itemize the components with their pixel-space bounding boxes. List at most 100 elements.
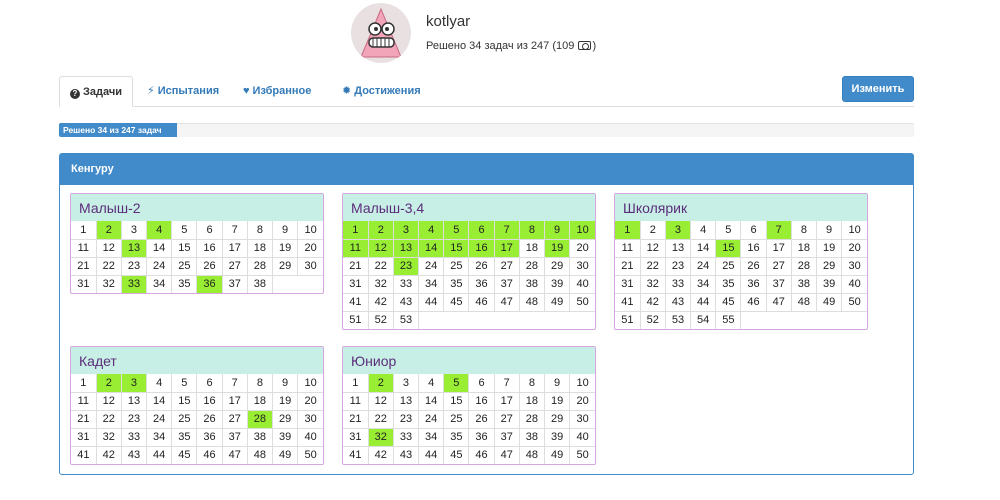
problem-cell[interactable]: 30 <box>569 409 595 428</box>
problem-cell[interactable]: 31 <box>615 274 641 293</box>
problem-cell[interactable]: 29 <box>272 409 299 428</box>
problem-cell[interactable]: 39 <box>816 274 843 293</box>
problem-cell[interactable]: 1 <box>71 221 97 239</box>
problem-cell[interactable]: 41 <box>343 292 369 311</box>
problem-cell[interactable]: 47 <box>766 292 792 311</box>
problem-cell[interactable]: 15 <box>715 238 742 257</box>
problem-cell[interactable]: 28 <box>247 409 274 428</box>
problem-cell[interactable]: 29 <box>544 256 571 275</box>
problem-cell[interactable]: 4 <box>690 221 717 239</box>
problem-cell[interactable]: 27 <box>222 409 248 428</box>
problem-cell[interactable]: 45 <box>443 445 470 464</box>
problem-cell[interactable]: 28 <box>791 256 818 275</box>
problem-cell[interactable]: 40 <box>841 274 867 293</box>
problem-cell[interactable]: 13 <box>393 238 420 257</box>
problem-cell[interactable]: 39 <box>544 427 571 446</box>
problem-cell[interactable]: 45 <box>443 292 470 311</box>
problem-cell[interactable]: 2 <box>640 221 666 239</box>
problem-cell[interactable]: 46 <box>468 292 495 311</box>
problem-cell[interactable]: 27 <box>494 409 520 428</box>
problem-cell[interactable]: 13 <box>121 391 148 410</box>
problem-cell[interactable]: 4 <box>146 374 173 392</box>
problem-cell[interactable]: 18 <box>791 238 818 257</box>
problem-cell[interactable]: 22 <box>640 256 666 275</box>
problem-cell[interactable]: 33 <box>121 427 148 446</box>
problem-cell[interactable]: 10 <box>298 221 323 239</box>
problem-cell[interactable]: 12 <box>368 391 394 410</box>
problem-cell[interactable]: 7 <box>494 221 520 239</box>
problem-cell[interactable]: 9 <box>272 374 299 392</box>
problem-cell[interactable]: 47 <box>222 445 248 464</box>
problem-cell[interactable]: 51 <box>615 310 641 329</box>
problem-cell[interactable]: 49 <box>272 445 299 464</box>
problem-cell[interactable]: 34 <box>146 427 173 446</box>
problem-cell[interactable]: 53 <box>393 310 420 329</box>
tab-tasks[interactable]: ? Задачи <box>59 76 133 107</box>
problem-cell[interactable]: 32 <box>96 427 122 446</box>
problem-cell[interactable]: 51 <box>343 310 369 329</box>
problem-cell[interactable]: 21 <box>71 409 97 428</box>
problem-cell[interactable]: 24 <box>146 256 173 275</box>
problem-cell[interactable]: 48 <box>247 445 274 464</box>
problem-cell[interactable]: 9 <box>544 221 571 239</box>
problem-cell[interactable]: 21 <box>615 256 641 275</box>
problem-cell[interactable]: 15 <box>171 238 198 257</box>
problem-cell[interactable]: 52 <box>368 310 394 329</box>
problem-cell[interactable]: 4 <box>146 221 173 239</box>
problem-cell[interactable]: 42 <box>368 292 394 311</box>
problem-cell[interactable]: 23 <box>393 256 420 275</box>
problem-cell[interactable]: 44 <box>690 292 717 311</box>
problem-cell[interactable]: 34 <box>690 274 717 293</box>
problem-cell[interactable]: 5 <box>171 374 198 392</box>
problem-cell[interactable]: 32 <box>368 427 394 446</box>
problem-cell[interactable]: 17 <box>494 391 520 410</box>
problem-cell[interactable]: 49 <box>544 445 571 464</box>
problem-cell[interactable]: 28 <box>247 256 274 275</box>
problem-cell[interactable]: 43 <box>393 292 420 311</box>
problem-cell[interactable]: 3 <box>393 221 420 239</box>
problem-cell[interactable]: 14 <box>418 391 445 410</box>
problem-cell[interactable]: 19 <box>272 391 299 410</box>
tab-challenges[interactable]: ⚡ Испытания <box>137 76 229 107</box>
problem-cell[interactable]: 14 <box>418 238 445 257</box>
problem-cell[interactable]: 15 <box>443 238 470 257</box>
tab-favorites[interactable]: ♥ Избранное <box>233 76 321 107</box>
problem-cell[interactable]: 31 <box>343 274 369 293</box>
problem-cell[interactable]: 12 <box>96 238 122 257</box>
contest-title[interactable]: Малыш-2 <box>71 194 323 221</box>
problem-cell[interactable]: 22 <box>368 256 394 275</box>
problem-cell[interactable]: 41 <box>343 445 369 464</box>
problem-cell[interactable]: 6 <box>468 374 495 392</box>
problem-cell[interactable]: 37 <box>222 274 248 293</box>
problem-cell[interactable]: 2 <box>368 221 394 239</box>
problem-cell[interactable]: 11 <box>343 238 369 257</box>
problem-cell[interactable]: 3 <box>121 374 148 392</box>
problem-cell[interactable]: 42 <box>640 292 666 311</box>
problem-cell[interactable]: 37 <box>766 274 792 293</box>
problem-cell[interactable]: 16 <box>740 238 767 257</box>
problem-cell[interactable]: 50 <box>297 445 323 464</box>
problem-cell[interactable]: 45 <box>171 445 198 464</box>
problem-cell[interactable]: 30 <box>297 409 323 428</box>
problem-cell[interactable]: 46 <box>740 292 767 311</box>
problem-cell[interactable]: 15 <box>443 391 470 410</box>
problem-cell[interactable]: 39 <box>272 427 299 446</box>
problem-cell[interactable]: 31 <box>71 427 97 446</box>
problem-cell[interactable]: 35 <box>715 274 742 293</box>
problem-cell[interactable]: 27 <box>222 256 248 275</box>
problem-cell[interactable]: 7 <box>222 374 248 392</box>
problem-cell[interactable]: 37 <box>494 427 520 446</box>
problem-cell[interactable]: 33 <box>121 274 148 293</box>
problem-cell[interactable]: 44 <box>418 445 445 464</box>
problem-cell[interactable]: 1 <box>343 221 369 239</box>
problem-cell[interactable]: 44 <box>418 292 445 311</box>
problem-cell[interactable]: 2 <box>96 221 122 239</box>
problem-cell[interactable]: 7 <box>222 221 248 239</box>
problem-cell[interactable]: 27 <box>766 256 792 275</box>
problem-cell[interactable]: 8 <box>519 374 546 392</box>
problem-cell[interactable]: 23 <box>665 256 692 275</box>
problem-cell[interactable]: 38 <box>247 427 274 446</box>
problem-cell[interactable]: 10 <box>842 221 867 239</box>
problem-cell[interactable]: 48 <box>519 292 546 311</box>
problem-cell[interactable]: 25 <box>171 256 198 275</box>
